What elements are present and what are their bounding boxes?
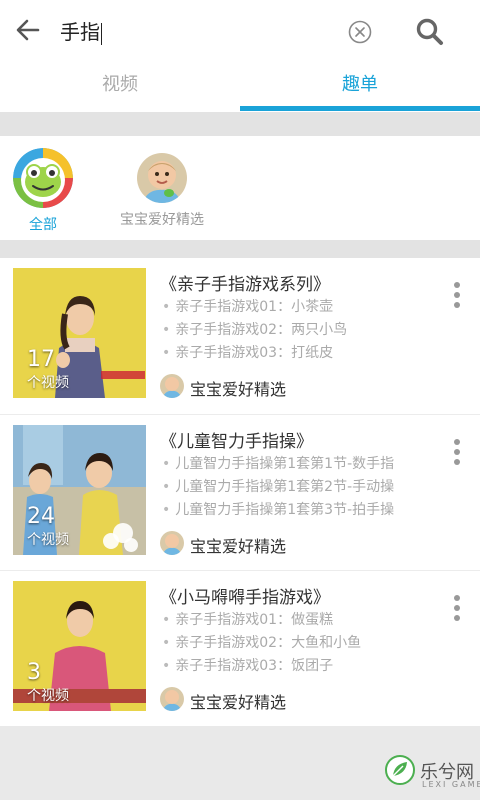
active-tab-indicator — [240, 106, 480, 111]
owner-name: 宝宝爱好精选 — [190, 537, 287, 556]
baby-avatar — [137, 153, 187, 203]
owner-avatar — [160, 531, 184, 555]
category-all[interactable]: 全部 — [12, 148, 74, 234]
search-input[interactable]: 手指 — [60, 16, 102, 45]
leaf-logo-icon — [385, 755, 415, 785]
clear-icon[interactable] — [347, 19, 373, 45]
video-count-unit: 个视频 — [27, 375, 69, 391]
owner-name: 宝宝爱好精选 — [190, 380, 287, 399]
episode-item: 儿童智力手指操第1套第3节-拍手操 — [162, 499, 432, 522]
watermark-subtext: LEXI GAME — [422, 780, 480, 789]
video-count-unit: 个视频 — [27, 532, 69, 548]
episode-item: 亲子手指游戏01：小茶壶 — [162, 296, 432, 319]
episode-list: 亲子手指游戏01：小茶壶 亲子手指游戏02：两只小鸟 亲子手指游戏03：打纸皮 — [162, 296, 432, 365]
episode-list: 亲子手指游戏01：做蛋糕 亲子手指游戏02：大鱼和小鱼 亲子手指游戏03：饭团子 — [162, 609, 432, 678]
search-bar: 手指 — [0, 0, 480, 62]
owner-name: 宝宝爱好精选 — [190, 693, 287, 712]
tab-videos[interactable]: 视频 — [0, 62, 240, 112]
playlist-title[interactable]: 《亲子手指游戏系列》 — [160, 270, 330, 295]
watermark: 乐兮网 LEXI GAME — [384, 754, 480, 790]
more-options-icon[interactable] — [450, 439, 464, 471]
episode-list: 儿童智力手指操第1套第1节-数手指 儿童智力手指操第1套第2节-手动操 儿童智力… — [162, 453, 432, 522]
video-count: 17 — [27, 347, 55, 372]
playlist-thumbnail[interactable]: 24 个视频 — [13, 425, 146, 555]
search-icon[interactable] — [414, 16, 446, 48]
video-count-unit: 个视频 — [27, 688, 69, 704]
tab-playlists[interactable]: 趣单 — [240, 62, 480, 112]
video-count: 24 — [27, 504, 55, 529]
playlist-item[interactable]: 24 个视频 《儿童智力手指操》 儿童智力手指操第1套第1节-数手指 儿童智力手… — [0, 414, 480, 570]
playlist-thumbnail[interactable]: 3 个视频 — [13, 581, 146, 711]
playlist-thumbnail[interactable]: 17 个视频 — [13, 268, 146, 398]
playlist-item[interactable]: 3 个视频 《小马嘚嘚手指游戏》 亲子手指游戏01：做蛋糕 亲子手指游戏02：大… — [0, 570, 480, 726]
divider — [0, 240, 480, 258]
playlist-item[interactable]: 17 个视频 《亲子手指游戏系列》 亲子手指游戏01：小茶壶 亲子手指游戏02：… — [0, 258, 480, 414]
playlist-title[interactable]: 《儿童智力手指操》 — [160, 427, 313, 452]
episode-item: 亲子手指游戏03：饭团子 — [162, 655, 432, 678]
episode-item: 亲子手指游戏03：打纸皮 — [162, 342, 432, 365]
playlist-title[interactable]: 《小马嘚嘚手指游戏》 — [160, 583, 330, 608]
episode-item: 亲子手指游戏02：大鱼和小鱼 — [162, 632, 432, 655]
episode-item: 儿童智力手指操第1套第2节-手动操 — [162, 476, 432, 499]
back-arrow-icon[interactable] — [10, 12, 46, 48]
category-baby-picks[interactable]: 宝宝爱好精选 — [112, 148, 212, 229]
text-caret — [101, 22, 102, 45]
more-options-icon[interactable] — [450, 282, 464, 314]
owner-avatar — [160, 374, 184, 398]
divider — [0, 112, 480, 136]
owner-avatar — [160, 687, 184, 711]
category-filter: 全部 宝宝爱好精选 — [0, 136, 480, 240]
frog-logo-icon — [13, 148, 73, 208]
episode-item: 亲子手指游戏01：做蛋糕 — [162, 609, 432, 632]
playlist-list: 17 个视频 《亲子手指游戏系列》 亲子手指游戏01：小茶壶 亲子手指游戏02：… — [0, 258, 480, 726]
category-label: 全部 — [29, 217, 57, 233]
more-options-icon[interactable] — [450, 595, 464, 627]
video-count: 3 — [27, 660, 41, 685]
episode-item: 儿童智力手指操第1套第1节-数手指 — [162, 453, 432, 476]
tab-bar: 视频 趣单 — [0, 62, 480, 112]
category-label: 宝宝爱好精选 — [120, 212, 204, 228]
episode-item: 亲子手指游戏02：两只小鸟 — [162, 319, 432, 342]
